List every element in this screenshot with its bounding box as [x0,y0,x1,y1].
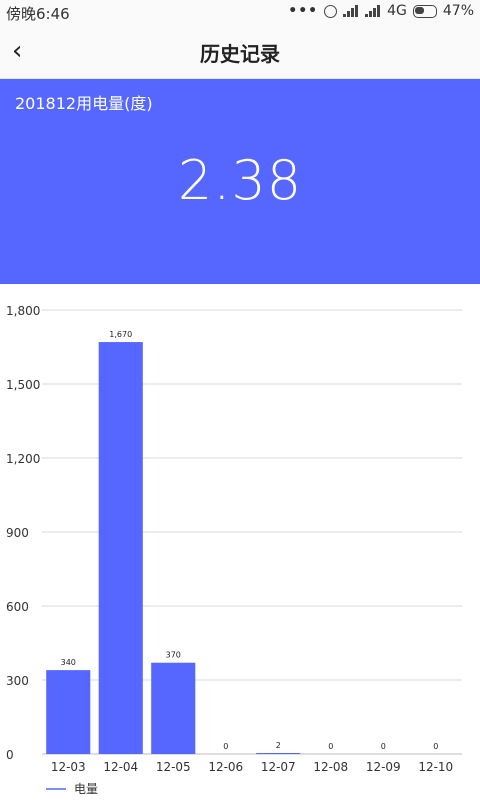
y-tick-label: 1,500 [6,378,40,392]
signal-icon [343,5,359,17]
x-tick-label: 12-09 [366,760,401,774]
x-tick-label: 12-05 [156,760,191,774]
bar-value-label: 0 [223,742,228,751]
x-tick-label: 12-08 [313,760,348,774]
more-dots-icon: ••• [288,3,319,19]
y-tick-label: 0 [6,748,14,762]
y-tick-label: 1,200 [6,452,40,466]
signal-icon-2 [365,5,381,17]
summary-value: 2.38 [177,149,303,212]
bar [98,342,143,754]
y-tick-label: 1,800 [6,304,40,318]
network-type: 4G [387,3,407,19]
chart-area: 0 300 600 900 1,200 1,500 1,800 340 12-03 1,670 12… [0,284,480,800]
y-tick-label: 600 [6,600,29,614]
bar-value-label: 2 [276,741,281,750]
status-time: 傍晚6:46 [6,5,70,23]
bar [256,753,301,754]
bar-value-label: 0 [433,742,438,751]
battery-icon [412,4,437,18]
legend-label: 电量 [74,782,98,796]
status-bar: 傍晚6:46 ••• 4G 47% [0,0,480,26]
bar-value-label: 0 [328,742,333,751]
battery-percent: 47% [442,3,474,19]
x-tick-label: 12-04 [103,760,138,774]
x-tick-label: 12-07 [261,760,296,774]
bar-chart: 0 300 600 900 1,200 1,500 1,800 340 12-03 1,670 12… [6,304,462,796]
x-tick-label: 12-03 [51,760,86,774]
nav-bar: ‹ 历史记录 [0,26,480,79]
bar-value-label: 340 [61,658,76,667]
y-tick-label: 300 [6,674,29,688]
summary-panel: 201812用电量(度) 2.38 [0,79,480,284]
bar-value-label: 370 [166,651,181,660]
summary-label: 201812用电量(度) [15,94,153,113]
bar-value-label: 1,670 [109,330,132,339]
y-tick-label: 900 [6,526,29,540]
page-title: 历史记录 [200,42,280,66]
x-tick-label: 12-10 [418,760,453,774]
bar-value-label: 0 [381,742,386,751]
alarm-icon [324,4,338,18]
bar [46,670,91,754]
bar [151,662,196,754]
x-tick-label: 12-06 [208,760,243,774]
status-icons: ••• 4G 47% [288,3,474,19]
